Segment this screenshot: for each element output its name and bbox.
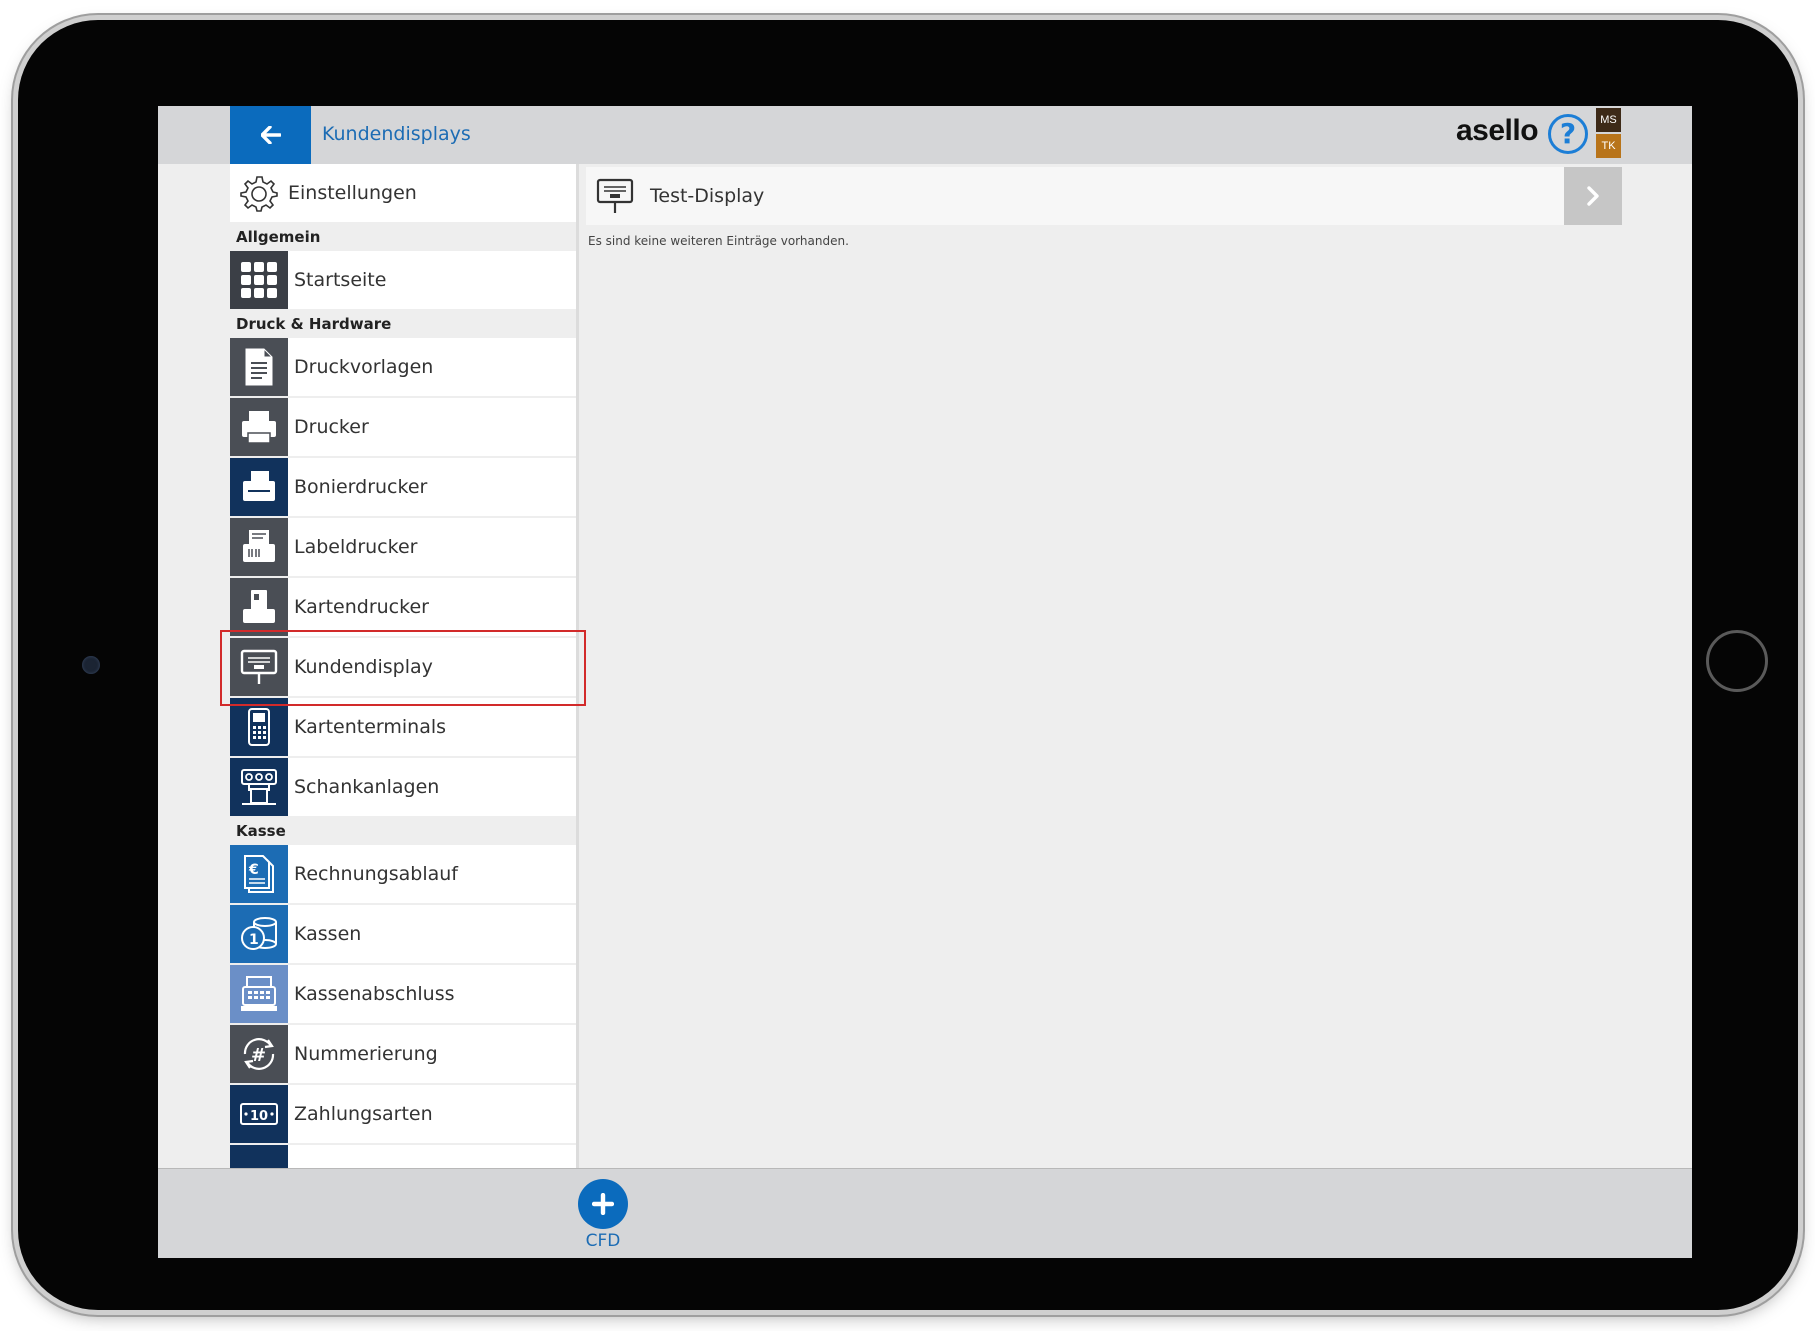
back-button[interactable] bbox=[230, 106, 311, 164]
gear-icon bbox=[230, 164, 288, 222]
user-badge-tk[interactable]: TK bbox=[1596, 134, 1621, 158]
sidebar-item-kassen[interactable]: 1 Kassen bbox=[230, 905, 576, 963]
sidebar-item-drucker[interactable]: Drucker bbox=[230, 398, 576, 456]
arrow-left-icon bbox=[260, 126, 281, 144]
customer-display-icon bbox=[230, 638, 288, 696]
home-button[interactable] bbox=[1706, 630, 1768, 692]
section-header-kasse: Kasse bbox=[236, 822, 286, 840]
document-icon bbox=[230, 338, 288, 396]
sidebar-item-druckvorlagen[interactable]: Druckvorlagen bbox=[230, 338, 576, 396]
footer-bar: CFD bbox=[158, 1168, 1692, 1258]
svg-text:€: € bbox=[248, 862, 259, 878]
tablet-frame: Kundendisplays asello ? MS TK Einstellun… bbox=[18, 20, 1798, 1310]
card-printer-icon bbox=[230, 578, 288, 636]
invoice-icon: € bbox=[230, 845, 288, 903]
card-terminal-icon bbox=[230, 698, 288, 756]
sidebar-item-label: Kartendrucker bbox=[294, 596, 429, 618]
sidebar-item-labeldrucker[interactable]: Labeldrucker bbox=[230, 518, 576, 576]
svg-text:10: 10 bbox=[250, 1109, 268, 1124]
sidebar-item-label: Kassen bbox=[294, 923, 362, 945]
svg-text:#: # bbox=[251, 1045, 266, 1066]
printer-icon bbox=[230, 398, 288, 456]
sidebar-item-label: Druckvorlagen bbox=[294, 356, 434, 378]
customer-display-icon bbox=[586, 167, 644, 225]
partial-icon bbox=[230, 1145, 288, 1168]
add-cfd-label: CFD bbox=[585, 1231, 621, 1251]
main-panel: Test-Display Es sind keine weiteren Eint… bbox=[586, 164, 1622, 1168]
section-header-druck-hardware: Druck & Hardware bbox=[236, 315, 392, 333]
sidebar-item-label: Nummerierung bbox=[294, 1043, 438, 1065]
numbering-icon: # bbox=[230, 1025, 288, 1083]
sidebar-item-nummerierung[interactable]: # Nummerierung bbox=[230, 1025, 576, 1083]
tap-system-icon bbox=[230, 758, 288, 816]
asello-logo: asello bbox=[1456, 114, 1539, 147]
sidebar-item-kartenterminals[interactable]: Kartenterminals bbox=[230, 698, 576, 756]
header-bar: Kundendisplays asello ? MS TK bbox=[158, 106, 1692, 164]
coins-icon: 1 bbox=[230, 905, 288, 963]
empty-note: Es sind keine weiteren Einträge vorhande… bbox=[588, 234, 849, 248]
sidebar-item-partial[interactable] bbox=[230, 1145, 576, 1168]
cash-register-icon bbox=[230, 965, 288, 1023]
sidebar-item-label: Labeldrucker bbox=[294, 536, 418, 558]
sidebar-item-label: Bonierdrucker bbox=[294, 476, 428, 498]
sidebar-item-label: Einstellungen bbox=[288, 182, 417, 204]
label-printer-icon bbox=[230, 518, 288, 576]
chevron-right-icon bbox=[1587, 186, 1599, 206]
sidebar-item-label: Kartenterminals bbox=[294, 716, 447, 738]
sidebar-item-label: Zahlungsarten bbox=[294, 1103, 433, 1125]
user-badge-ms[interactable]: MS bbox=[1596, 108, 1621, 132]
sidebar-divider bbox=[576, 164, 579, 1168]
sidebar-item-label: Schankanlagen bbox=[294, 776, 440, 798]
list-item-test-display[interactable]: Test-Display bbox=[586, 167, 1622, 225]
grid-icon bbox=[230, 251, 288, 309]
sidebar-item-kartendrucker[interactable]: Kartendrucker bbox=[230, 578, 576, 636]
section-header-allgemein: Allgemein bbox=[236, 228, 321, 246]
sidebar-item-label: Kundendisplay bbox=[294, 656, 433, 678]
sidebar-item-kundendisplay[interactable]: Kundendisplay bbox=[230, 638, 576, 696]
open-detail-button[interactable] bbox=[1564, 167, 1622, 225]
sidebar-item-bonierdrucker[interactable]: Bonierdrucker bbox=[230, 458, 576, 516]
camera bbox=[82, 656, 100, 674]
sidebar-item-startseite[interactable]: Startseite bbox=[230, 251, 576, 309]
screen: Kundendisplays asello ? MS TK Einstellun… bbox=[158, 106, 1692, 1258]
sidebar-item-schankanlagen[interactable]: Schankanlagen bbox=[230, 758, 576, 816]
page-title: Kundendisplays bbox=[322, 123, 471, 145]
svg-text:1: 1 bbox=[249, 932, 259, 948]
receipt-printer-icon bbox=[230, 458, 288, 516]
banknote-icon: 10 bbox=[230, 1085, 288, 1143]
sidebar-item-label: Kassenabschluss bbox=[294, 983, 455, 1005]
sidebar-item-rechnungsablauf[interactable]: € Rechnungsablauf bbox=[230, 845, 576, 903]
list-item-label: Test-Display bbox=[650, 185, 765, 207]
add-cfd-button[interactable] bbox=[578, 1179, 628, 1229]
sidebar-item-zahlungsarten[interactable]: 10 Zahlungsarten bbox=[230, 1085, 576, 1143]
sidebar-item-kassenabschluss[interactable]: Kassenabschluss bbox=[230, 965, 576, 1023]
sidebar-item-label: Drucker bbox=[294, 416, 369, 438]
sidebar-item-label: Startseite bbox=[294, 269, 387, 291]
help-icon[interactable]: ? bbox=[1548, 114, 1588, 154]
sidebar-item-einstellungen[interactable]: Einstellungen bbox=[230, 164, 576, 222]
sidebar-item-label: Rechnungsablauf bbox=[294, 863, 458, 885]
settings-sidebar[interactable]: Einstellungen Allgemein Startseite Druck… bbox=[230, 164, 576, 1168]
plus-icon bbox=[592, 1193, 614, 1215]
